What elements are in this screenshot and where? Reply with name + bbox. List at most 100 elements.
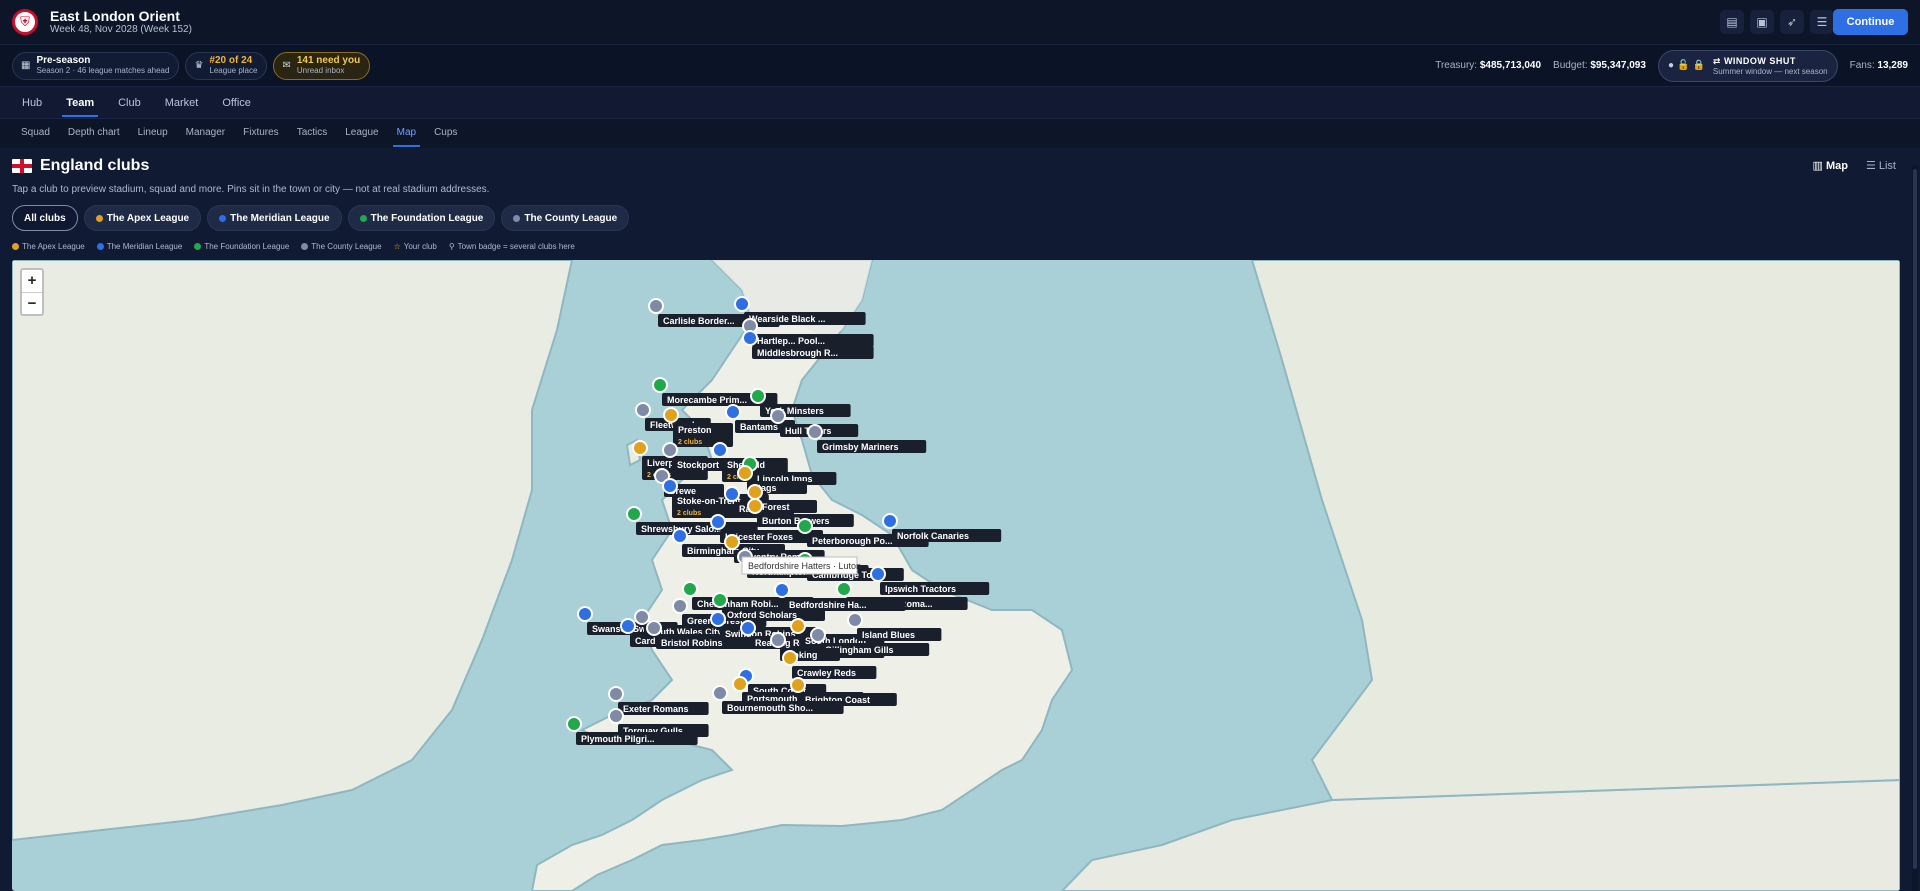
main-nav-hub[interactable]: Hub [22,87,42,119]
main-nav-club[interactable]: Club [118,87,141,119]
transfer-window-box[interactable]: ● 🔓 🔒 ⇄ WINDOW SHUT Summer window — next… [1657,49,1838,82]
pin-marker[interactable] [810,627,826,643]
club-map[interactable]: Carlisle Border... Wearside Black ... Hart… [12,260,1900,891]
filter-the-foundation-league[interactable]: The Foundation League [347,205,496,231]
pin-marker[interactable] [672,528,688,544]
pin-marker[interactable] [807,424,823,440]
pin-marker[interactable] [626,506,642,522]
page-header: England clubs [12,157,149,175]
pin-marker[interactable] [774,582,790,598]
pin-marker[interactable] [740,620,756,636]
pin-marker[interactable] [662,442,678,458]
pin-marker[interactable] [710,514,726,530]
club-pin[interactable]: Norfolk Canaries [882,513,1002,542]
clipboard-icon[interactable]: ▤ [1720,10,1744,34]
pin-marker[interactable] [634,609,650,625]
filter-the-county-league[interactable]: The County League [501,205,630,231]
pin-marker[interactable] [747,484,763,500]
pin-marker[interactable] [648,298,664,314]
save-icon[interactable]: ▣ [1750,10,1774,34]
treasury-label: Treasury: [1435,60,1478,71]
pin-marker[interactable] [710,611,726,627]
scrollbar-thumb[interactable] [1913,169,1917,869]
pin-marker[interactable] [635,402,651,418]
pin-marker[interactable] [882,513,898,529]
filter-all-clubs[interactable]: All clubs [12,205,78,231]
map-svg[interactable]: Carlisle Border... Wearside Black ... Hart… [12,260,1900,891]
pin-marker[interactable] [750,388,766,404]
pin-marker[interactable] [732,676,748,692]
pin-marker[interactable] [712,442,728,458]
pin-marker[interactable] [724,534,740,550]
pin-marker[interactable] [725,404,741,420]
pin-marker[interactable] [797,518,813,534]
pin-marker[interactable] [608,708,624,724]
pin-marker[interactable] [770,632,786,648]
pin-label: Norfolk Canaries [897,531,969,541]
inbox-chip[interactable]: ✉ 141 need you Unread inbox [273,51,371,80]
sub-nav-tactics[interactable]: Tactics [297,119,328,149]
zoom-in-button[interactable]: + [22,270,42,292]
sub-nav-map[interactable]: Map [392,119,421,149]
pin-marker[interactable] [608,686,624,702]
tooltip-text: Bedfordshire Hatters · Luton [748,561,861,571]
legend-your-club-label: Your club [403,242,437,251]
league-place-chip[interactable]: ♛ #20 of 24 League place [185,51,268,80]
pin-marker[interactable] [847,612,863,628]
pin-marker[interactable] [632,440,648,456]
pin-marker[interactable] [782,650,798,666]
sub-nav-manager[interactable]: Manager [186,119,225,149]
legend-apex-label: The Apex League [22,242,85,251]
zoom-out-button[interactable]: − [22,292,42,314]
pin-marker[interactable] [682,581,698,597]
pin-marker[interactable] [870,566,886,582]
season-phase-chip[interactable]: ▦ Pre-season Season 2 · 46 league matche… [12,51,180,80]
pin-marker[interactable] [662,478,678,494]
pin-marker[interactable] [747,498,763,514]
pin-marker[interactable] [790,618,806,634]
club-name: East London Orient [50,7,180,24]
view-map-button[interactable]: ▥ Map [1813,159,1848,172]
pin-marker[interactable] [566,716,582,732]
main-nav-team[interactable]: Team [62,87,99,119]
sub-nav-cups[interactable]: Cups [434,119,457,149]
view-list-button[interactable]: ☰ List [1866,159,1896,172]
sub-nav-league[interactable]: League [345,119,378,149]
page-scrollbar[interactable] [1912,165,1918,891]
place-title: #20 of 24 [209,55,253,66]
pin-marker[interactable] [620,618,636,634]
lock-toggle[interactable]: ● 🔓 🔒 [1668,60,1705,71]
content-area: England clubs ▥ Map ☰ List Tap a club to… [0,148,1920,891]
pin-marker[interactable] [663,407,679,423]
league-dot-icon [95,214,103,222]
pin-marker[interactable] [790,677,806,693]
pin-marker[interactable] [712,592,728,608]
pin-marker[interactable] [724,486,740,502]
pin-marker[interactable] [672,598,688,614]
pin-marker[interactable] [737,465,753,481]
pin-marker[interactable] [577,606,593,622]
pin-marker[interactable] [734,296,750,312]
sub-nav-squad[interactable]: Squad [21,119,50,149]
status-bar: ▦ Pre-season Season 2 · 46 league matche… [0,44,1920,86]
pin-marker[interactable] [646,620,662,636]
continue-button[interactable]: Continue [1833,9,1908,35]
sub-nav-depth-chart[interactable]: Depth chart [68,119,120,149]
settings-sliders-icon[interactable]: ☰ [1810,10,1834,34]
main-nav-office[interactable]: Office [222,87,251,119]
sub-nav-fixtures[interactable]: Fixtures [243,119,279,149]
main-nav-market[interactable]: Market [165,87,199,119]
pin-marker[interactable] [742,330,758,346]
treasury-stat: Treasury: $485,713,040 [1435,60,1541,71]
trophy-icon: ♛ [194,60,204,71]
rocket-icon[interactable]: ➶ [1780,10,1804,34]
filter-the-apex-league[interactable]: The Apex League [83,205,202,231]
pin-marker[interactable] [770,408,786,424]
club-crest-icon[interactable]: ⛨ [12,9,38,35]
pin-marker[interactable] [652,377,668,393]
filter-the-meridian-league[interactable]: The Meridian League [207,205,342,231]
pin-marker[interactable] [712,685,728,701]
pin-marker[interactable] [836,581,852,597]
sub-nav-lineup[interactable]: Lineup [138,119,168,149]
ireland-landmass [12,260,574,842]
